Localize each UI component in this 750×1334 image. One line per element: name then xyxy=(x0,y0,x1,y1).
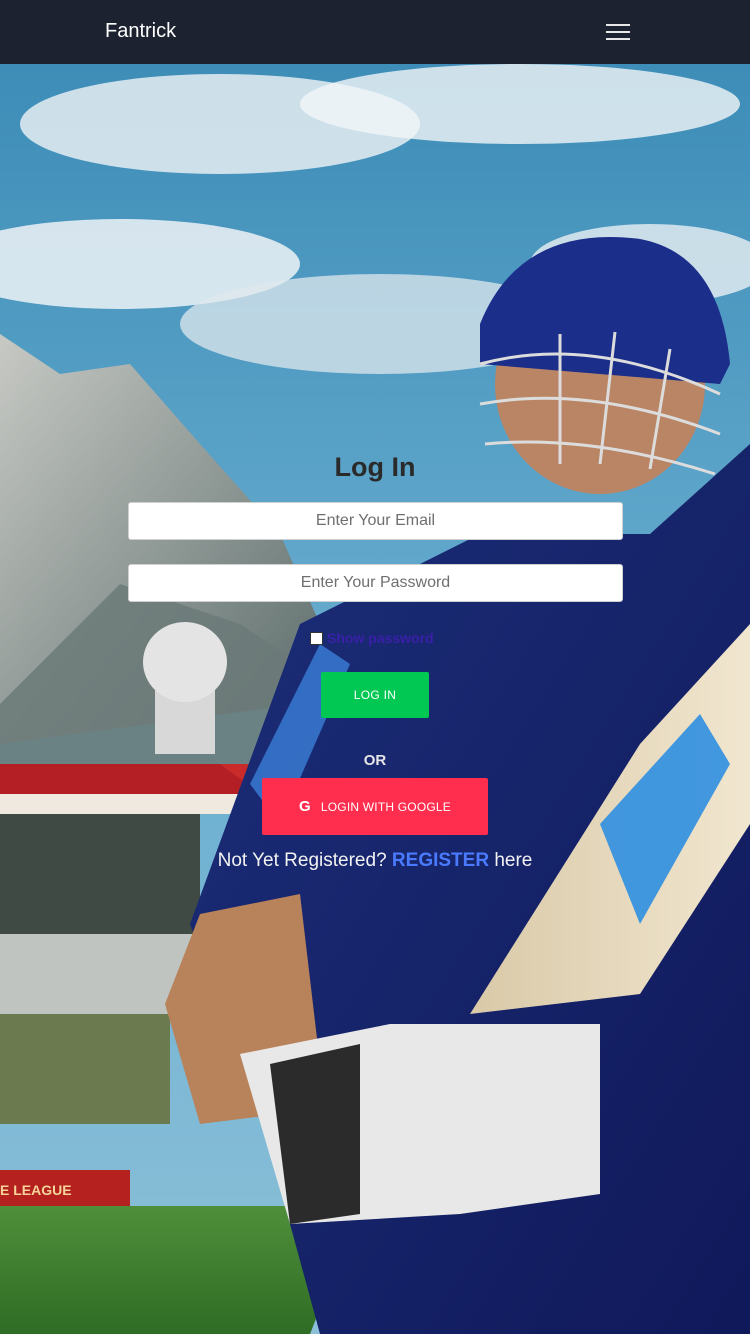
register-prompt: Not Yet Registered? REGISTER here xyxy=(0,850,750,872)
login-title: Log In xyxy=(334,452,416,482)
password-field[interactable] xyxy=(128,564,623,602)
login-with-google-button[interactable]: G LOGIN WITH GOOGLE xyxy=(262,778,488,835)
register-link[interactable]: REGISTER xyxy=(392,850,489,871)
login-button[interactable]: LOG IN xyxy=(321,672,429,718)
show-password-label[interactable]: Show password xyxy=(327,630,434,646)
or-divider: OR xyxy=(363,752,387,769)
brand-logo[interactable]: Fantrick xyxy=(105,20,176,43)
register-suffix: here xyxy=(494,850,533,871)
google-icon: G xyxy=(299,798,311,815)
show-password-checkbox[interactable] xyxy=(310,631,323,645)
hamburger-icon[interactable] xyxy=(600,16,636,48)
register-prefix: Not Yet Registered? xyxy=(217,850,387,871)
navbar: Fantrick xyxy=(0,0,750,64)
email-field[interactable] xyxy=(128,502,623,540)
stadium-banner-text: E LEAGUE xyxy=(0,1182,72,1198)
show-password-row: Show password xyxy=(310,630,434,646)
login-with-google-label: LOGIN WITH GOOGLE xyxy=(320,799,451,814)
